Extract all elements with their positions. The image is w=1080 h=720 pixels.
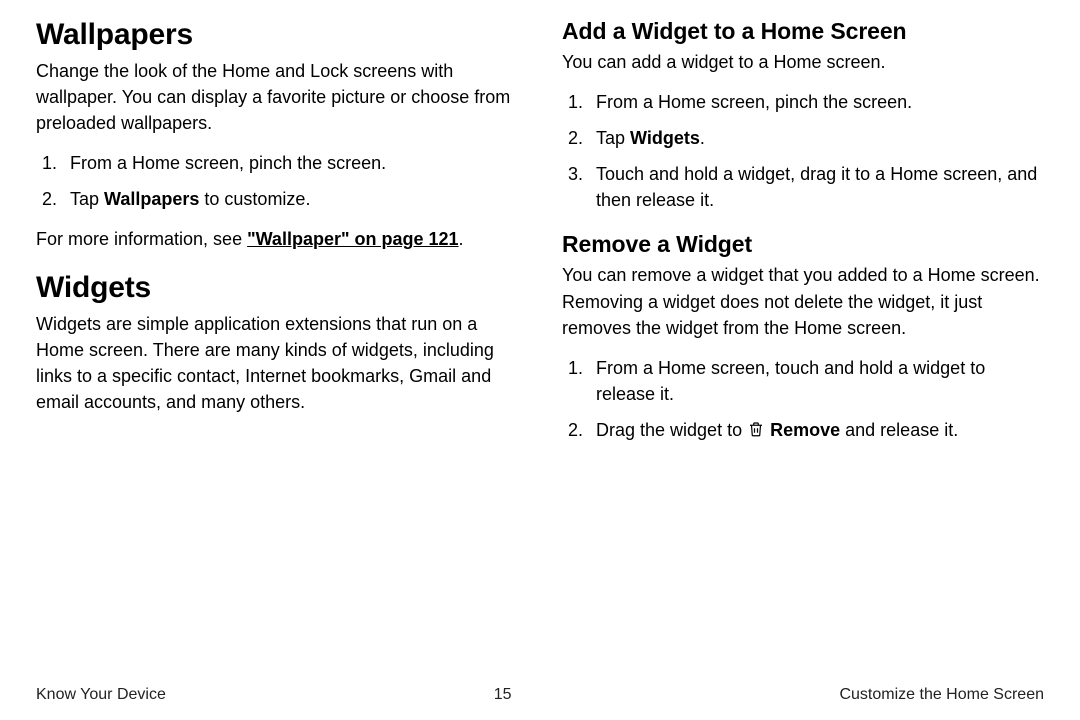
- text: For more information, see: [36, 229, 247, 249]
- right-column: Add a Widget to a Home Screen You can ad…: [562, 18, 1044, 680]
- manual-page: Wallpapers Change the look of the Home a…: [0, 0, 1080, 720]
- text: .: [700, 128, 705, 148]
- left-column: Wallpapers Change the look of the Home a…: [36, 18, 518, 680]
- text: and release it.: [840, 420, 958, 440]
- widgets-intro: Widgets are simple application extension…: [36, 311, 518, 415]
- text: .: [459, 229, 464, 249]
- footer-page-number: 15: [494, 686, 512, 704]
- text: Drag the widget to: [596, 420, 747, 440]
- section-add-widget: Add a Widget to a Home Screen You can ad…: [562, 18, 1044, 213]
- section-widgets: Widgets Widgets are simple application e…: [36, 271, 518, 415]
- heading-add-widget: Add a Widget to a Home Screen: [562, 18, 1044, 45]
- bold-text: Widgets: [630, 128, 700, 148]
- bold-text: Wallpapers: [104, 189, 199, 209]
- text: Tap: [596, 128, 630, 148]
- section-wallpapers: Wallpapers Change the look of the Home a…: [36, 18, 518, 253]
- list-item: Drag the widget to Remove and release it…: [588, 417, 1044, 445]
- remove-widget-intro: You can remove a widget that you added t…: [562, 262, 1044, 340]
- section-remove-widget: Remove a Widget You can remove a widget …: [562, 231, 1044, 445]
- wallpapers-intro: Change the look of the Home and Lock scr…: [36, 58, 518, 136]
- list-item: From a Home screen, pinch the screen.: [588, 89, 1044, 115]
- link-wallpaper-page[interactable]: "Wallpaper" on page 121: [247, 229, 458, 249]
- list-item: From a Home screen, touch and hold a wid…: [588, 355, 1044, 407]
- list-item: Tap Wallpapers to customize.: [62, 186, 518, 212]
- add-widget-steps: From a Home screen, pinch the screen. Ta…: [562, 89, 1044, 213]
- list-item: From a Home screen, pinch the screen.: [62, 150, 518, 176]
- wallpapers-steps: From a Home screen, pinch the screen. Ta…: [36, 150, 518, 212]
- list-item: Tap Widgets.: [588, 125, 1044, 151]
- trash-icon: [747, 419, 765, 445]
- text: Tap: [70, 189, 104, 209]
- text: to customize.: [199, 189, 310, 209]
- footer-right: Customize the Home Screen: [839, 686, 1044, 704]
- wallpapers-more-info: For more information, see "Wallpaper" on…: [36, 226, 518, 252]
- heading-widgets: Widgets: [36, 271, 518, 305]
- heading-wallpapers: Wallpapers: [36, 18, 518, 52]
- bold-text: Remove: [770, 420, 840, 440]
- page-footer: Know Your Device 15 Customize the Home S…: [36, 680, 1044, 704]
- content-columns: Wallpapers Change the look of the Home a…: [36, 18, 1044, 680]
- list-item: Touch and hold a widget, drag it to a Ho…: [588, 161, 1044, 213]
- remove-widget-steps: From a Home screen, touch and hold a wid…: [562, 355, 1044, 445]
- footer-left: Know Your Device: [36, 686, 166, 704]
- add-widget-intro: You can add a widget to a Home screen.: [562, 49, 1044, 75]
- heading-remove-widget: Remove a Widget: [562, 231, 1044, 258]
